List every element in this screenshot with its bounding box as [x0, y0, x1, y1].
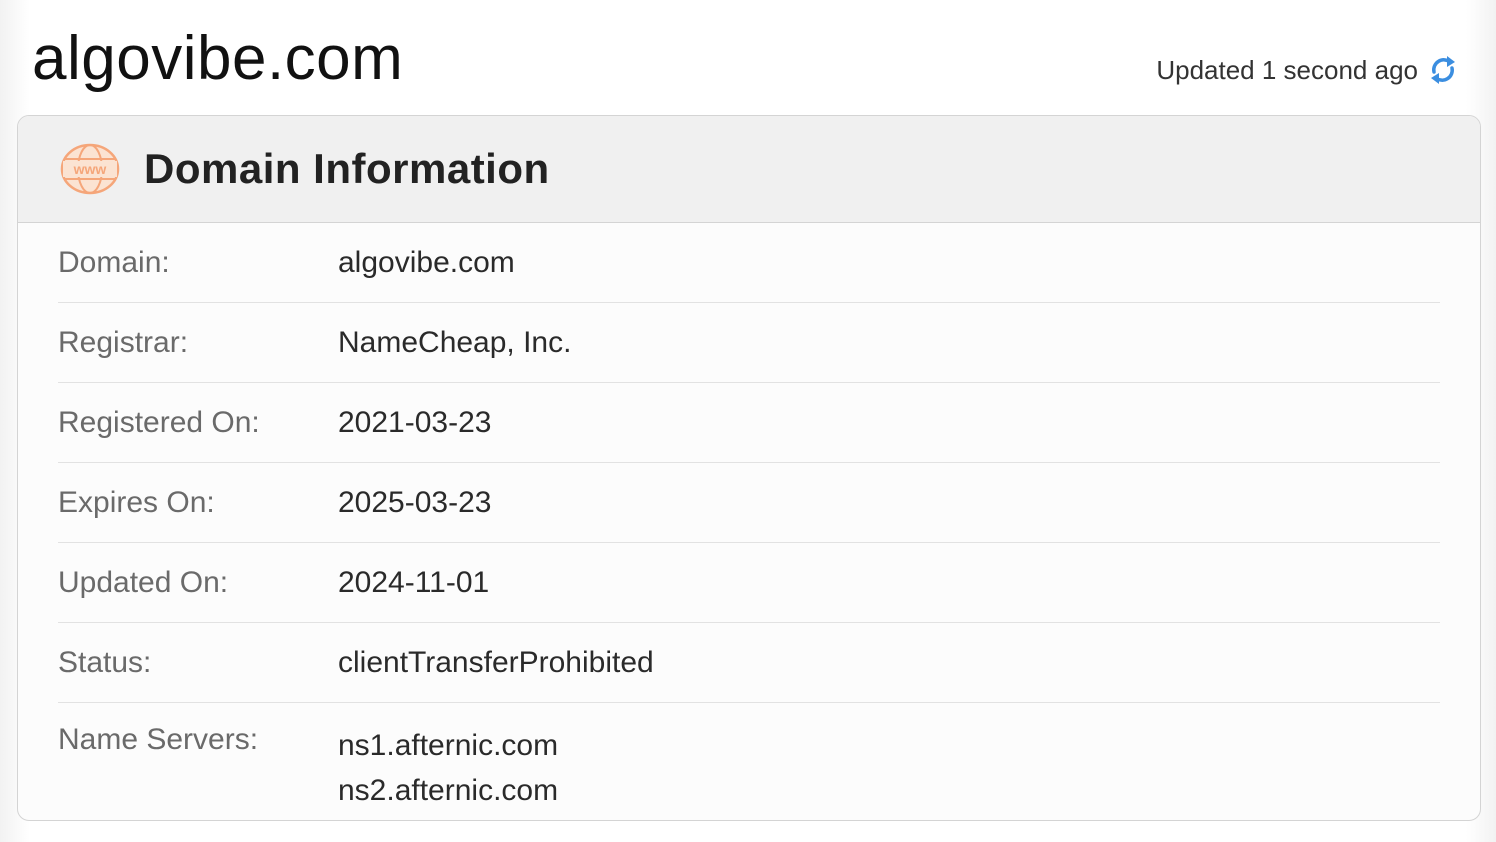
page-title: algovibe.com	[32, 24, 404, 93]
refresh-icon[interactable]	[1428, 52, 1458, 88]
row-label: Status:	[58, 645, 152, 679]
row-value: 2025-03-23	[338, 486, 492, 519]
card-header: www Domain Information	[18, 116, 1480, 223]
updated-status: Updated 1 second ago	[1156, 52, 1458, 88]
row-label: Domain:	[58, 245, 170, 279]
row-registrar: Registrar: NameCheap, Inc.	[58, 303, 1440, 383]
updated-text: Updated 1 second ago	[1156, 54, 1418, 85]
row-value-list: ns1.afternic.com ns2.afternic.com	[338, 723, 558, 813]
row-label: Updated On:	[58, 565, 229, 599]
row-label: Expires On:	[58, 485, 215, 519]
www-icon-text: www	[73, 161, 107, 177]
domain-info-card: www Domain Information Domain: algovibe.…	[17, 115, 1481, 821]
row-value: NameCheap, Inc.	[338, 326, 572, 359]
row-label: Name Servers:	[58, 723, 259, 756]
www-icon: www	[60, 142, 120, 196]
row-label: Registrar:	[58, 325, 189, 359]
row-expires-on: Expires On: 2025-03-23	[58, 463, 1440, 543]
row-status: Status: clientTransferProhibited	[58, 623, 1440, 703]
row-label: Registered On:	[58, 405, 260, 439]
row-value: clientTransferProhibited	[338, 646, 654, 679]
row-value: 2024-11-01	[338, 566, 490, 599]
row-value: algovibe.com	[338, 246, 515, 279]
row-name-servers: Name Servers: ns1.afternic.com ns2.after…	[58, 703, 1440, 813]
name-server: ns2.afternic.com	[338, 774, 559, 807]
card-title: Domain Information	[144, 145, 550, 192]
name-server: ns1.afternic.com	[338, 729, 559, 762]
row-value: 2021-03-23	[338, 406, 492, 439]
row-updated-on: Updated On: 2024-11-01	[58, 543, 1440, 623]
row-registered-on: Registered On: 2021-03-23	[58, 383, 1440, 463]
info-rows: Domain: algovibe.com Registrar: NameChea…	[18, 223, 1480, 813]
page: algovibe.com Updated 1 second ago www Do…	[0, 0, 1496, 842]
row-domain: Domain: algovibe.com	[58, 223, 1440, 303]
